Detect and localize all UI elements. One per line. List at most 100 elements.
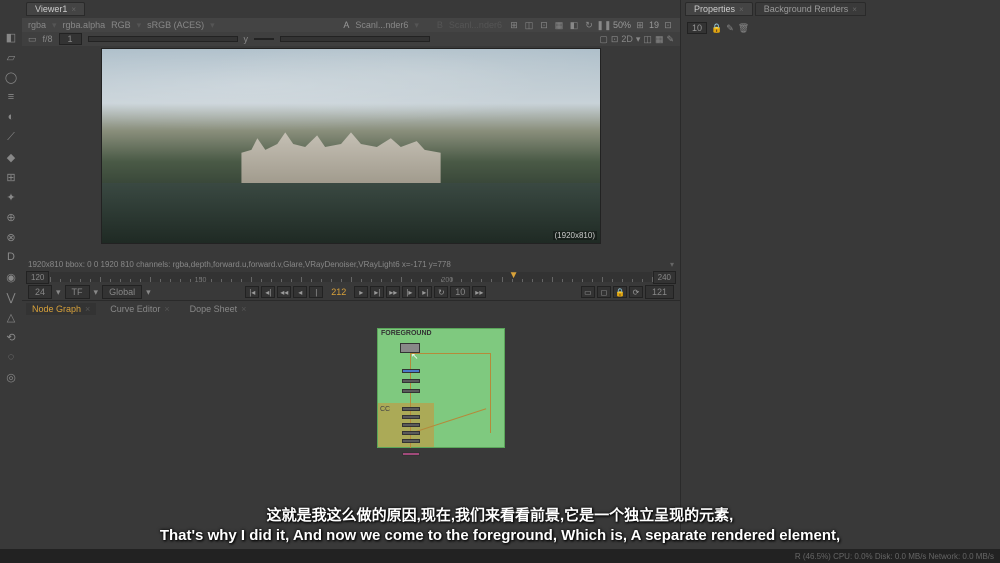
step-fwd-button[interactable]: ▸| (370, 286, 384, 298)
lock-icon[interactable]: 🔒 (613, 286, 627, 298)
node-output[interactable] (402, 452, 420, 456)
tool-0[interactable]: ◧ (4, 30, 18, 44)
node[interactable] (402, 439, 420, 443)
viewer-icon-7[interactable]: ⊞ (634, 19, 646, 31)
close-icon[interactable]: × (71, 5, 76, 14)
node[interactable] (402, 379, 420, 383)
wipe-icon[interactable]: ◫ (643, 34, 652, 45)
play-button[interactable]: ▸ (354, 286, 368, 298)
gamma-value[interactable] (254, 38, 274, 40)
step-back-button[interactable]: ◂ (293, 286, 307, 298)
node[interactable] (402, 369, 420, 373)
roi-icon[interactable]: ▢ (599, 34, 608, 45)
pb-icon-2[interactable]: ◻ (597, 286, 611, 298)
tool-16[interactable]: ◌ (4, 350, 18, 364)
tool-15[interactable]: ⟲ (4, 330, 18, 344)
viewer-icon-1[interactable]: ⊞ (508, 19, 520, 31)
frame-end2[interactable]: 121 (645, 285, 674, 299)
inc-value[interactable]: 10 (450, 286, 470, 298)
viewer-icon-5[interactable]: ◧ (568, 19, 580, 31)
scope-dropdown[interactable]: Global (102, 285, 142, 299)
tab-dope-sheet[interactable]: Dope Sheet× (184, 303, 253, 315)
pause-icon[interactable]: ❚❚ (598, 19, 610, 31)
tool-7[interactable]: ⊞ (4, 170, 18, 184)
viewer-icon-3[interactable]: ⊡ (538, 19, 550, 31)
frame-start[interactable]: 120 (26, 271, 49, 284)
play-back-button[interactable]: ◂◂ (277, 286, 291, 298)
prev-key-button[interactable]: ◂| (261, 286, 275, 298)
tool-3[interactable]: ≡ (4, 90, 18, 104)
clip-icon[interactable]: ▭ (28, 34, 37, 45)
lock-icon[interactable]: 🔒 (711, 23, 722, 34)
tool-10[interactable]: ⊗ (4, 230, 18, 244)
tool-11[interactable]: D (4, 250, 18, 264)
prev-frame-button[interactable]: | (309, 286, 323, 298)
viewer-tab[interactable]: Viewer1 × (26, 2, 85, 16)
play-fwd-button[interactable]: ▸▸ (386, 286, 400, 298)
tool-1[interactable]: ▱ (4, 50, 18, 64)
clear-icon[interactable]: ✎ (726, 23, 734, 34)
close-icon[interactable]: × (852, 5, 857, 14)
frame-end[interactable]: 240 (653, 271, 676, 284)
tool-17[interactable]: ◎ (4, 370, 18, 384)
tab-nodegraph[interactable]: Node Graph× (26, 303, 96, 315)
2d-dropdown[interactable]: 2D (621, 34, 633, 45)
first-frame-button[interactable]: |◂ (245, 286, 259, 298)
pb-icon-3[interactable]: ⟳ (629, 286, 643, 298)
tool-2[interactable]: ◯ (4, 70, 18, 84)
tool-13[interactable]: ⋁ (4, 290, 18, 304)
rgb-dropdown[interactable]: RGB (111, 20, 131, 30)
tf-dropdown[interactable]: TF (65, 285, 90, 299)
backdrop-foreground[interactable]: FOREGROUND CC ↖ (377, 328, 505, 448)
edit-icon[interactable]: ✎ (666, 34, 674, 45)
current-frame[interactable]: 212 (325, 287, 352, 297)
viewer-icon-6[interactable]: ↻ (583, 19, 595, 31)
tab-properties[interactable]: Properties× (685, 2, 753, 16)
pb-icon-1[interactable]: ▭ (581, 286, 595, 298)
fps-dropdown[interactable]: 24 (28, 285, 52, 299)
tool-12[interactable]: ◉ (4, 270, 18, 284)
node[interactable] (402, 389, 420, 393)
inc-fwd-button[interactable]: ▸▸ (472, 286, 486, 298)
loop-button[interactable]: ↻ (434, 286, 448, 298)
viewer-area[interactable]: (1920x810) (22, 46, 680, 258)
node[interactable] (402, 407, 420, 411)
gamma-slider[interactable] (280, 36, 430, 42)
node[interactable] (402, 431, 420, 435)
input-b-dropdown[interactable]: Scanl...nder6 (449, 20, 502, 30)
node-graph[interactable]: FOREGROUND CC ↖ (22, 316, 680, 530)
viewer-icon-4[interactable]: ▦ (553, 19, 565, 31)
tool-4[interactable]: ◐ (4, 110, 18, 124)
timeline[interactable]: 120 150 200 ▼ 240 (22, 270, 680, 284)
fstop-value[interactable]: 1 (59, 33, 82, 45)
tab-curve-editor[interactable]: Curve Editor× (104, 303, 175, 315)
close-icon[interactable]: × (739, 5, 744, 14)
props-count[interactable]: 10 (687, 22, 707, 34)
proxy-icon[interactable]: ⊡ (611, 34, 619, 45)
tool-8[interactable]: ✦ (4, 190, 18, 204)
next-key-button[interactable]: |▸ (402, 286, 416, 298)
viewer-icon-2[interactable]: ◫ (523, 19, 535, 31)
gamma-label: y (244, 34, 249, 44)
tab-bg-renders[interactable]: Background Renders× (755, 2, 866, 16)
gain-slider[interactable] (88, 36, 238, 42)
fstop-label[interactable]: f/8 (43, 34, 53, 44)
tool-5[interactable]: ⟋ (4, 130, 18, 144)
layer-dropdown[interactable]: rgba.alpha (63, 20, 106, 30)
last-frame-button[interactable]: ▸| (418, 286, 432, 298)
overlay-icon[interactable]: ▦ (655, 34, 664, 45)
tool-14[interactable]: △ (4, 310, 18, 324)
input-a-dropdown[interactable]: Scanl...nder6 (355, 20, 408, 30)
colorspace-dropdown[interactable]: sRGB (ACES) (147, 20, 204, 30)
viewer-icon-8[interactable]: ⊡ (662, 19, 674, 31)
tool-6[interactable]: ◆ (4, 150, 18, 164)
tool-9[interactable]: ⊕ (4, 210, 18, 224)
node[interactable] (402, 423, 420, 427)
zoom-value[interactable]: 50% (613, 20, 631, 30)
playhead-icon[interactable]: ▼ (509, 270, 519, 281)
properties-toolbar: 10 🔒 ✎ 🗑 (681, 18, 1000, 38)
timeline-track[interactable]: 150 200 ▼ (50, 272, 652, 282)
node[interactable] (402, 415, 420, 419)
channel-dropdown[interactable]: rgba (28, 20, 46, 30)
trash-icon[interactable]: 🗑 (738, 23, 749, 34)
